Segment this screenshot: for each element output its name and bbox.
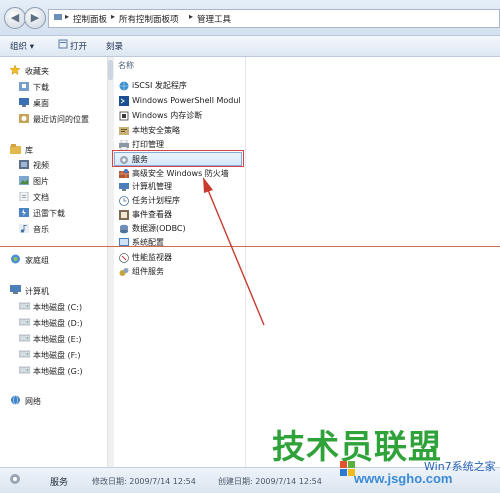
watermark-site: www.jsgho.com	[354, 471, 453, 486]
watermark-brand: 技术员联盟	[272, 427, 442, 466]
status-modified: 修改日期: 2009/7/14 12:54	[92, 477, 196, 486]
status-created: 创建日期: 2009/7/14 12:54	[218, 477, 322, 486]
status-item-name: 服务	[50, 478, 69, 488]
status-file-icon	[8, 473, 22, 487]
